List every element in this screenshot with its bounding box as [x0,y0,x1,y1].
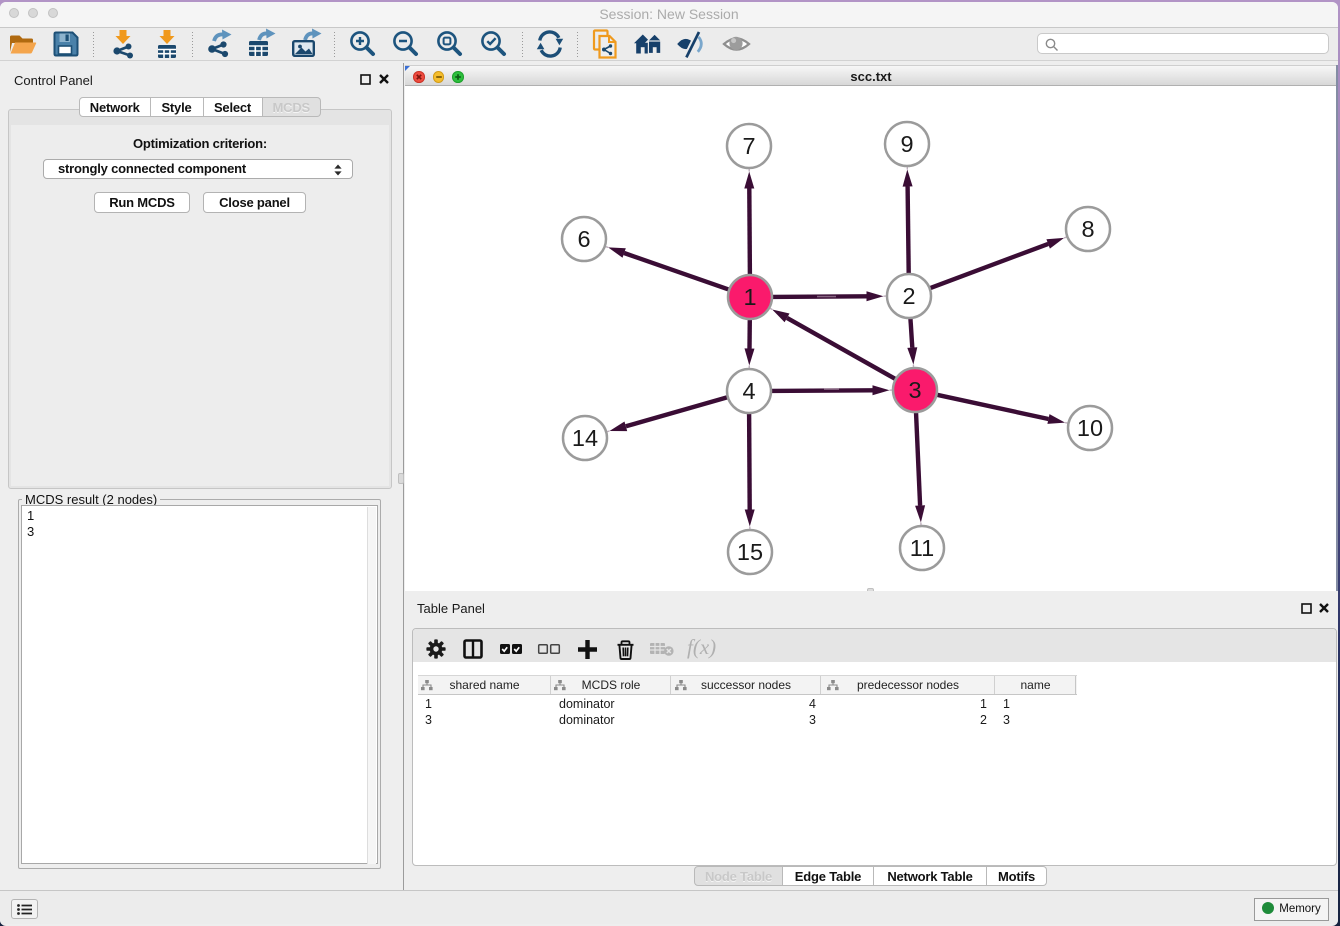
svg-text:14: 14 [572,425,598,451]
svg-text:10: 10 [1077,415,1103,441]
svg-text:8: 8 [1081,216,1094,242]
svg-text:6: 6 [577,226,590,252]
svg-text:9: 9 [900,131,913,157]
svg-text:2: 2 [902,283,915,309]
svg-text:1: 1 [743,284,756,310]
svg-text:3: 3 [908,377,921,403]
svg-text:7: 7 [742,133,755,159]
svg-text:15: 15 [737,539,763,565]
svg-text:4: 4 [742,378,755,404]
svg-text:11: 11 [910,535,934,561]
